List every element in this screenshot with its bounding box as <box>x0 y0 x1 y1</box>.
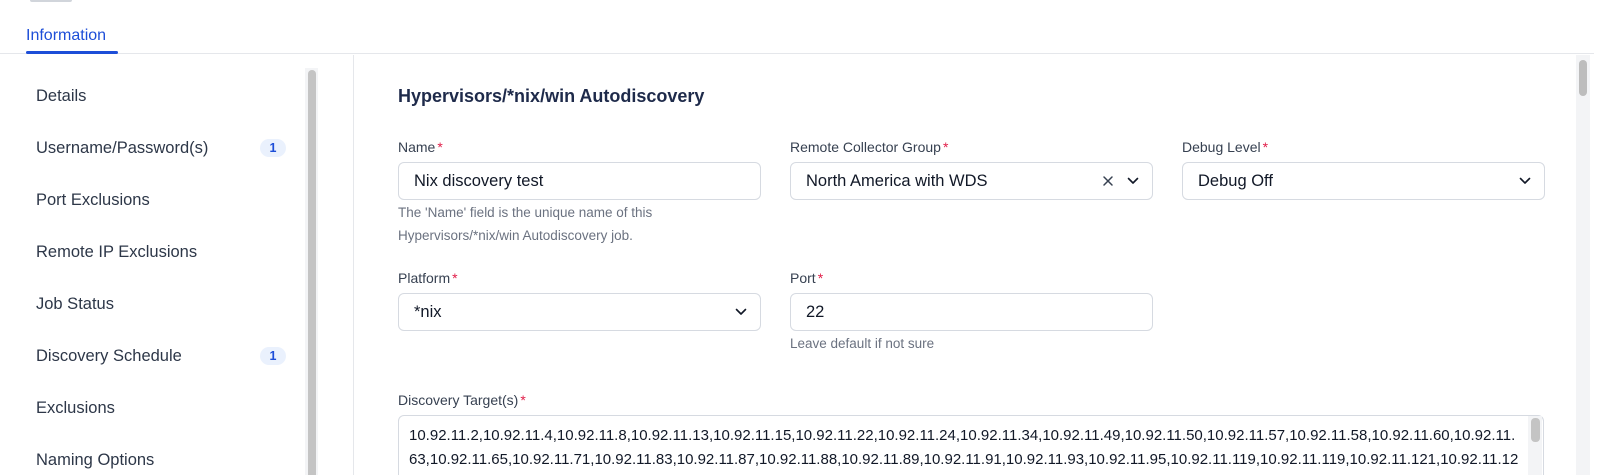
section-title: Hypervisors/*nix/win Autodiscovery <box>398 86 705 106</box>
required-mark: * <box>520 392 526 408</box>
chevron-down-icon[interactable] <box>1518 174 1532 188</box>
platform-value: *nix <box>414 302 442 321</box>
sidebar-item-label: Discovery Schedule <box>36 346 182 365</box>
sidebar-item-label: Naming Options <box>36 450 155 469</box>
sidebar-item-exclusions[interactable]: Exclusions <box>36 393 286 423</box>
platform-label: Platform * <box>398 270 458 286</box>
count-badge: 1 <box>260 139 286 157</box>
sidebar-item-label: Remote IP Exclusions <box>36 242 198 261</box>
sidebar-item-details[interactable]: Details <box>36 81 286 111</box>
port-help-text: Leave default if not sure <box>790 336 935 351</box>
main-scrollbar-track[interactable] <box>1576 55 1590 475</box>
tab-information[interactable]: Information <box>26 27 106 45</box>
required-mark: * <box>942 139 949 155</box>
sidebar-item-label: Port Exclusions <box>36 190 150 209</box>
sidebar-item-label: Details <box>36 86 87 105</box>
sidebar-scrollbar-thumb[interactable] <box>308 70 316 475</box>
debug-level-label: Debug Level * <box>1182 139 1269 155</box>
name-input[interactable]: Nix discovery test <box>398 162 761 200</box>
port-input[interactable]: 22 <box>790 293 1153 331</box>
platform-select[interactable]: *nix <box>398 293 761 331</box>
name-label: Name * <box>398 139 443 155</box>
sidebar-item-label: Username/Password(s) <box>36 138 209 157</box>
count-badge: 1 <box>260 347 286 365</box>
required-mark: * <box>817 270 824 286</box>
sidebar-item-job-status[interactable]: Job Status <box>36 289 286 319</box>
chevron-down-icon[interactable] <box>734 305 748 319</box>
sidebar-item-discovery-schedule[interactable]: Discovery Schedule 1 <box>36 341 286 371</box>
targets-label: Discovery Target(s) * <box>398 392 526 408</box>
sidebar-item-remote-ip-exclusions[interactable]: Remote IP Exclusions <box>36 237 286 267</box>
debug-level-select[interactable]: Debug Off <box>1182 162 1545 200</box>
required-mark: * <box>1262 139 1269 155</box>
tab-bar: Information <box>0 0 1594 54</box>
sidebar-item-label: Job Status <box>36 294 114 313</box>
collector-group-label: Remote Collector Group * <box>790 139 949 155</box>
main-scrollbar-thumb[interactable] <box>1579 60 1587 96</box>
collector-group-value: North America with WDS <box>806 171 988 190</box>
clear-icon[interactable] <box>1100 173 1116 189</box>
sidebar-item-port-exclusions[interactable]: Port Exclusions <box>36 185 286 215</box>
name-value: Nix discovery test <box>414 171 544 190</box>
debug-level-value: Debug Off <box>1198 171 1273 190</box>
textarea-scrollbar-thumb[interactable] <box>1531 418 1540 442</box>
name-help-text: The 'Name' field is the unique name of t… <box>398 205 653 243</box>
discovery-targets-textarea[interactable]: 10.92.11.2,10.92.11.4,10.92.11.8,10.92.1… <box>398 415 1544 475</box>
collector-group-select[interactable]: North America with WDS <box>790 162 1153 200</box>
sidebar: Details Username/Password(s) 1 Port Excl… <box>0 55 354 475</box>
port-label: Port * <box>790 270 824 286</box>
sidebar-item-label: Exclusions <box>36 398 115 417</box>
required-mark: * <box>437 139 443 155</box>
required-mark: * <box>452 270 458 286</box>
sidebar-item-username-passwords[interactable]: Username/Password(s) 1 <box>36 133 286 163</box>
chevron-down-icon[interactable] <box>1126 174 1140 188</box>
sidebar-item-naming-options[interactable]: Naming Options <box>36 445 286 475</box>
active-tab-indicator <box>26 51 118 54</box>
port-value: 22 <box>806 302 825 321</box>
